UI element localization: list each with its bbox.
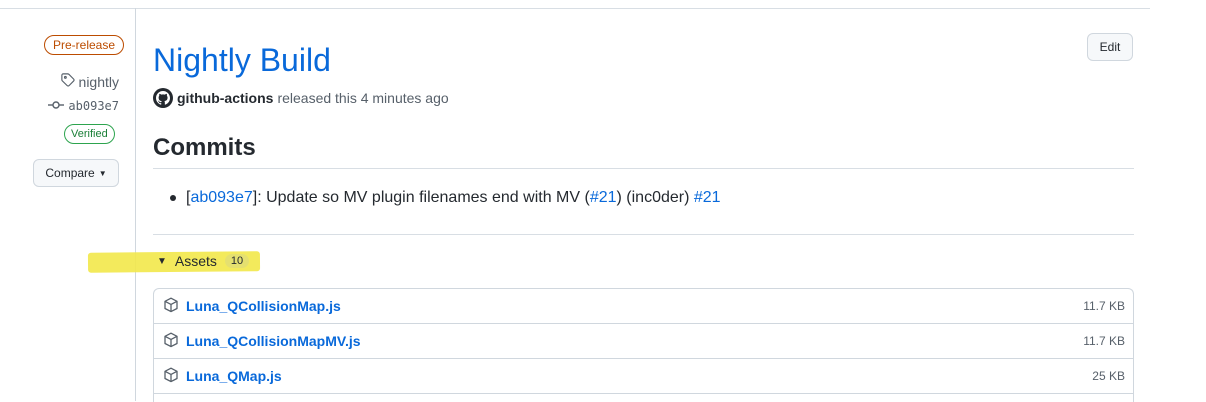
asset-size: 11.7 KB	[1083, 334, 1125, 348]
meta-column-divider	[135, 8, 136, 401]
assets-divider	[153, 234, 1134, 235]
triangle-down-icon: ▼	[157, 255, 167, 267]
asset-row[interactable]: Luna_QCollisionMapMV.js 11.7 KB	[154, 324, 1133, 359]
bullet	[170, 195, 176, 201]
assets-list: Luna_QCollisionMap.js 11.7 KB Luna_QColl…	[153, 288, 1134, 402]
asset-name-link[interactable]: Luna_QCollisionMapMV.js	[186, 333, 361, 349]
git-commit-icon	[48, 99, 65, 113]
prerelease-badge: Pre-release	[44, 35, 125, 55]
asset-name-link[interactable]: Luna_QMap.js	[186, 368, 282, 384]
asset-name-link[interactable]: Luna_QCollisionMap.js	[186, 298, 341, 314]
edit-button[interactable]: Edit	[1087, 33, 1133, 61]
list-item: [ ab093e7 ] : Update so MV plugin filena…	[170, 189, 721, 207]
pr-ref-link[interactable]: #21	[590, 189, 617, 207]
compare-label: Compare	[45, 166, 95, 180]
top-divider	[0, 8, 1150, 9]
verified-badge[interactable]: Verified	[64, 124, 115, 144]
package-icon	[163, 332, 179, 353]
commit-author: ) (inc0der)	[616, 189, 694, 206]
asset-row[interactable]: Luna_QCollisionMap.js 11.7 KB	[154, 289, 1133, 324]
commits-divider	[153, 168, 1134, 169]
commit-link[interactable]: ab093e7	[48, 99, 119, 113]
released-time: released this 4 minutes ago	[277, 90, 449, 106]
commit-message: : Update so MV plugin filenames end with…	[257, 189, 590, 206]
chevron-down-icon: ▼	[98, 168, 107, 178]
package-icon	[163, 297, 179, 318]
tag-name: nightly	[78, 73, 119, 90]
assets-count-badge: 10	[224, 254, 250, 268]
compare-button[interactable]: Compare ▼	[33, 159, 119, 187]
commits-heading: Commits	[153, 134, 256, 161]
author-link[interactable]: github-actions	[177, 90, 273, 106]
commit-sha-link[interactable]: ab093e7	[190, 189, 252, 207]
asset-row[interactable]: Luna_QMap.js 25 KB	[154, 359, 1133, 394]
asset-size: 25 KB	[1092, 369, 1125, 383]
assets-label: Assets	[174, 253, 217, 269]
github-avatar-icon[interactable]	[153, 88, 173, 108]
assets-toggle[interactable]: ▼ Assets 10	[157, 253, 250, 269]
commit-sha: ab093e7	[68, 99, 119, 113]
asset-size: 11.7 KB	[1083, 299, 1125, 313]
tag-icon	[60, 73, 75, 90]
release-title[interactable]: Nightly Build	[153, 40, 331, 80]
pr-link[interactable]: #21	[694, 189, 721, 207]
package-icon	[163, 367, 179, 388]
tag-link[interactable]: nightly	[60, 73, 119, 90]
release-byline: github-actions released this 4 minutes a…	[153, 88, 449, 108]
